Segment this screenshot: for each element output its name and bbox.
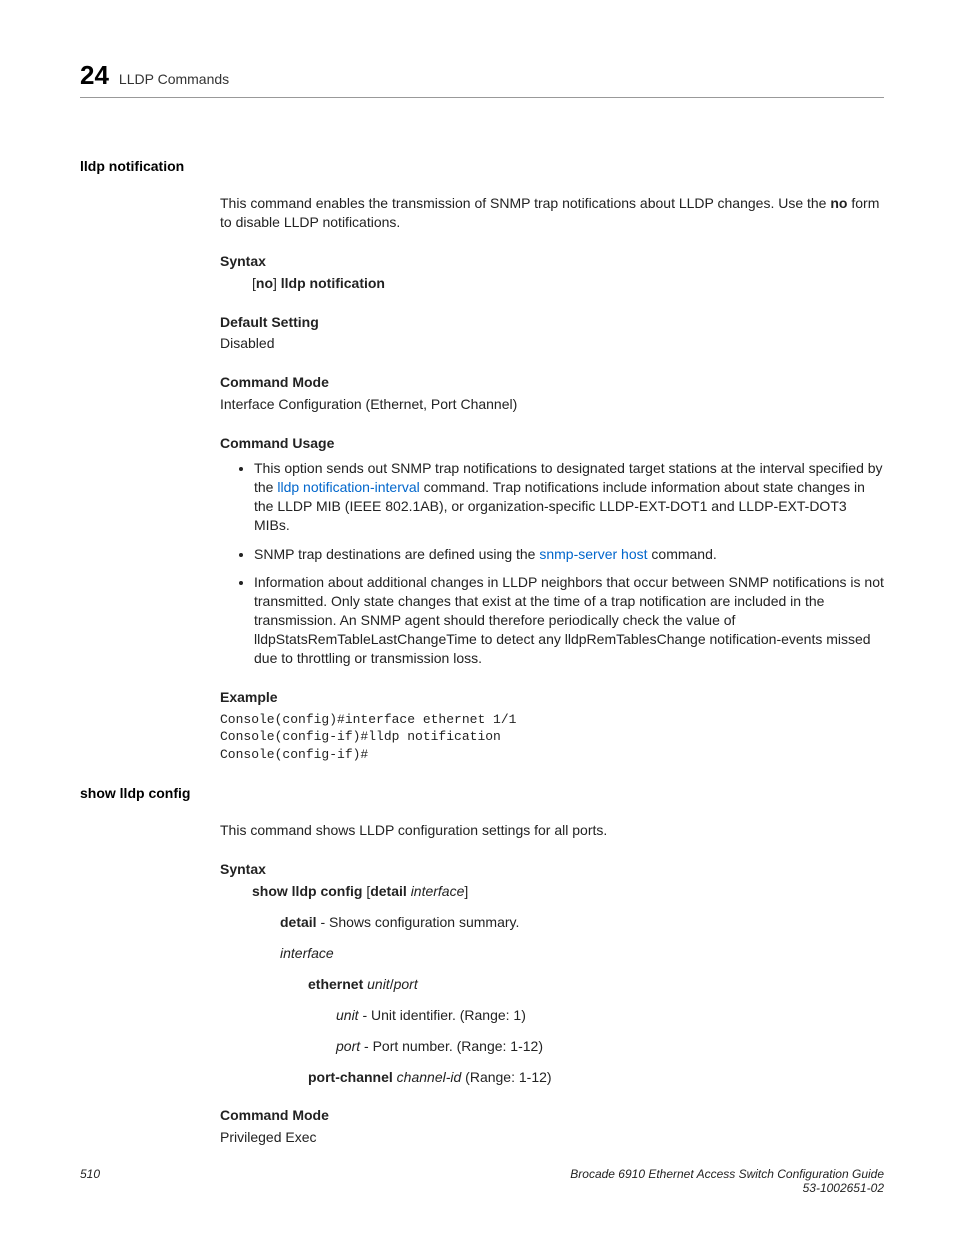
command-usage-label: Command Usage — [220, 434, 884, 453]
intro-paragraph: This command enables the transmission of… — [220, 194, 884, 232]
pc-bold: port-channel — [308, 1069, 393, 1085]
page-header: 24 LLDP Commands — [80, 60, 884, 98]
doc-title: Brocade 6910 Ethernet Access Switch Conf… — [570, 1167, 884, 1181]
syntax-block: Syntax [no] lldp notification — [220, 252, 884, 293]
syntax-label: Syntax — [220, 252, 884, 271]
doc-id: 53-1002651-02 — [570, 1181, 884, 1195]
pc-it: channel-id — [397, 1069, 462, 1085]
ethernet-line: ethernet unit/port — [308, 975, 884, 994]
interface-line: interface — [280, 944, 884, 963]
chapter-title: LLDP Commands — [119, 71, 229, 87]
port-it: port — [336, 1038, 360, 1054]
eth-bold: ethernet — [308, 976, 363, 992]
intro-bold-no: no — [830, 195, 847, 211]
command-mode-label: Command Mode — [220, 373, 884, 392]
command-mode-value: Interface Configuration (Ethernet, Port … — [220, 395, 884, 414]
s2-br2: ] — [464, 883, 468, 899]
section-heading-show-lldp-config: show lldp config — [80, 785, 884, 801]
page-number: 510 — [80, 1167, 100, 1195]
link-lldp-notification-interval[interactable]: lldp notification-interval — [277, 479, 419, 495]
bullet-2-b: command. — [648, 546, 717, 562]
default-setting-value: Disabled — [220, 334, 884, 353]
detail-text: - Shows configuration summary. — [317, 914, 520, 930]
default-setting-block: Default Setting Disabled — [220, 313, 884, 354]
example-block: Example Console(config)#interface ethern… — [220, 688, 884, 764]
syntax-no: no — [256, 275, 273, 291]
syntax-cmd: lldp notification — [281, 275, 385, 291]
link-snmp-server-host[interactable]: snmp-server host — [539, 546, 647, 562]
eth-port: port — [394, 976, 418, 992]
intro-text-1: This command enables the transmission of… — [220, 195, 830, 211]
pc-text: (Range: 1-12) — [461, 1069, 551, 1085]
example-label: Example — [220, 688, 884, 707]
command-mode-value-2: Privileged Exec — [220, 1128, 884, 1147]
command-mode-label-2: Command Mode — [220, 1106, 884, 1125]
detail-bold: detail — [280, 914, 317, 930]
page-footer: 510 Brocade 6910 Ethernet Access Switch … — [80, 1167, 884, 1195]
bullet-2-a: SNMP trap destinations are defined using… — [254, 546, 539, 562]
syntax-line-2: show lldp config [detail interface] — [252, 882, 884, 901]
command-mode-block-2: Command Mode Privileged Exec — [220, 1106, 884, 1147]
bullet-3: Information about additional changes in … — [254, 573, 884, 667]
usage-bullets: This option sends out SNMP trap notifica… — [220, 459, 884, 668]
port-channel-line: port-channel channel-id (Range: 1-12) — [308, 1068, 884, 1087]
s2-syntax-bold2: detail — [370, 883, 407, 899]
command-usage-block: Command Usage This option sends out SNMP… — [220, 434, 884, 668]
s2-syntax-italic: interface — [411, 883, 465, 899]
unit-text: - Unit identifier. (Range: 1) — [359, 1007, 526, 1023]
bullet-1: This option sends out SNMP trap notifica… — [254, 459, 884, 535]
syntax-block-2: Syntax show lldp config [detail interfac… — [220, 860, 884, 1086]
intro-2: This command shows LLDP configuration se… — [220, 821, 884, 840]
port-text: - Port number. (Range: 1-12) — [360, 1038, 543, 1054]
unit-it: unit — [336, 1007, 359, 1023]
syntax-line: [no] lldp notification — [252, 274, 884, 293]
chapter-number: 24 — [80, 60, 109, 91]
page-container: 24 LLDP Commands lldp notification This … — [0, 0, 954, 1235]
detail-line: detail - Shows configuration summary. — [280, 913, 884, 932]
footer-right: Brocade 6910 Ethernet Access Switch Conf… — [570, 1167, 884, 1195]
bullet-2: SNMP trap destinations are defined using… — [254, 545, 884, 564]
section-heading-lldp-notification: lldp notification — [80, 158, 884, 174]
s2-syntax-bold1: show lldp config — [252, 883, 362, 899]
port-line: port - Port number. (Range: 1-12) — [336, 1037, 884, 1056]
eth-unit: unit — [367, 976, 390, 992]
command-mode-block: Command Mode Interface Configuration (Et… — [220, 373, 884, 414]
syntax-br2: ] — [273, 275, 281, 291]
example-code: Console(config)#interface ethernet 1/1 C… — [220, 711, 884, 764]
default-setting-label: Default Setting — [220, 313, 884, 332]
unit-line: unit - Unit identifier. (Range: 1) — [336, 1006, 884, 1025]
syntax-label-2: Syntax — [220, 860, 884, 879]
